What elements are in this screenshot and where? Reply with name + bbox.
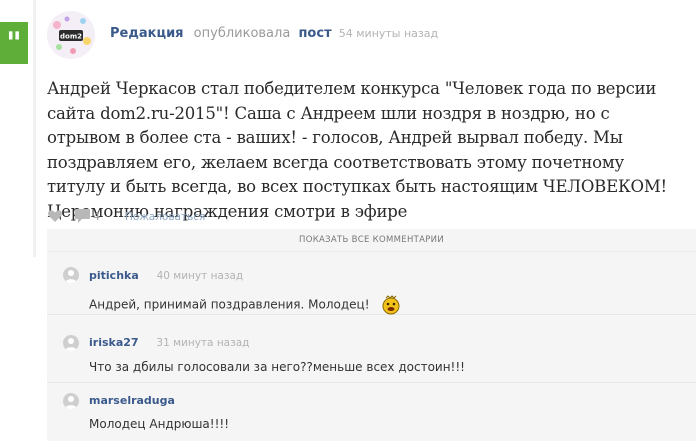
author-avatar[interactable]: dom2 xyxy=(47,11,95,59)
like-icon[interactable] xyxy=(47,208,63,224)
smiley-icon xyxy=(382,295,400,315)
comment-time: 40 минут назад xyxy=(156,270,244,282)
comment-text: Андрей, принимай поздравления. Молодец! xyxy=(89,297,370,312)
comment-time: 31 минута назад xyxy=(156,337,250,349)
post-action: опубликовала xyxy=(193,26,291,41)
avatar-logo-text: dom2 xyxy=(60,33,82,41)
author-name[interactable]: Редакция xyxy=(110,26,184,41)
comment-icon[interactable] xyxy=(75,209,91,223)
commenter-avatar[interactable] xyxy=(63,393,79,409)
commenter-name[interactable]: marselraduga xyxy=(89,394,175,407)
quote-icon: " xyxy=(0,22,28,64)
comment-item: marselraduga Молодец Андрюша!!!! xyxy=(47,386,696,441)
post-time: 54 минуты назад xyxy=(338,27,439,40)
report-link[interactable]: Пожаловаться xyxy=(125,211,205,223)
commenter-name[interactable]: iriska27 xyxy=(89,336,139,349)
show-all-comments-button[interactable]: ПОКАЗАТЬ ВСЕ КОММЕНТАРИИ xyxy=(47,229,696,252)
post-divider xyxy=(33,0,36,257)
comment-count: 4 xyxy=(93,210,100,223)
quote-strip: " xyxy=(0,0,35,257)
commenter-avatar[interactable] xyxy=(63,335,79,351)
comment-text: Что за дбилы голосовали за него??меньше … xyxy=(89,360,465,374)
comment-item: iriska27 31 минута назад Что за дбилы го… xyxy=(47,322,696,383)
post-type-link[interactable]: пост xyxy=(298,26,331,41)
post-body: Андрей Черкасов стал победителем конкурс… xyxy=(47,79,667,221)
comments-section: ПОКАЗАТЬ ВСЕ КОММЕНТАРИИ pitichka 40 мин… xyxy=(47,229,696,441)
comment-text: Молодец Андрюша!!!! xyxy=(89,417,230,431)
comment-item: pitichka 40 минут назад Андрей, принимай… xyxy=(47,252,696,315)
post-header: Редакция опубликовала пост 54 минуты наз… xyxy=(110,26,438,41)
commenter-avatar[interactable] xyxy=(63,267,79,283)
commenter-name[interactable]: pitichka xyxy=(89,269,139,282)
